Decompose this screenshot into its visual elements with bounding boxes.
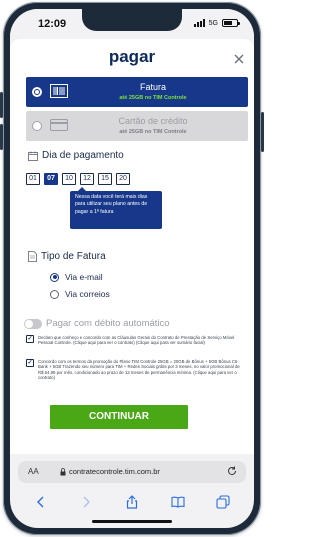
plan-option-credit-card[interactable]: Cartão de crédito até 25GB no TIM Contro… <box>26 111 248 141</box>
reload-icon[interactable] <box>226 465 238 477</box>
radio-selected-icon[interactable] <box>32 87 42 97</box>
agreement-promotion: ✓ Concordo com os termos da promoção do … <box>26 359 240 381</box>
network-label: 5G <box>208 19 218 27</box>
url-display[interactable]: contratecontrole.tim.com.br <box>60 467 160 476</box>
payment-day-heading: Dia de pagamento <box>28 150 124 161</box>
plan-sublabel: até 25GB no TIM Controle <box>119 95 187 101</box>
share-icon[interactable] <box>125 495 139 509</box>
agreement-contract: ✓ Declaro que conheço e concordo com as … <box>26 335 240 346</box>
invoice-type-title: Tipo de Fatura <box>41 251 106 262</box>
plan-label: Fatura <box>139 82 166 92</box>
status-right: 5G <box>193 19 240 27</box>
day-option[interactable]: 15 <box>98 173 112 185</box>
home-indicator <box>92 520 172 523</box>
checkbox-checked[interactable]: ✓ <box>26 359 34 367</box>
address-bar[interactable]: AA contratecontrole.tim.com.br <box>18 461 246 483</box>
lock-icon <box>60 467 66 475</box>
browser-toolbar <box>10 491 254 513</box>
checkbox-checked[interactable]: ✓ <box>26 335 34 343</box>
day-option[interactable]: 12 <box>80 173 94 185</box>
forward-icon[interactable] <box>79 495 93 509</box>
continue-button[interactable]: CONTINUAR <box>50 405 188 429</box>
reader-options-button[interactable]: AA <box>28 467 39 476</box>
radio-unselected-icon[interactable] <box>32 121 42 131</box>
power-button <box>261 112 264 152</box>
credit-card-icon <box>50 119 68 131</box>
close-icon[interactable] <box>232 52 246 66</box>
plan-sublabel: até 25GB no TIM Controle <box>119 129 187 135</box>
signal-icon <box>193 19 205 27</box>
plan-label: Cartão de crédito <box>118 116 188 126</box>
day-picker: 01 07 10 12 15 20 <box>26 173 130 185</box>
notch <box>82 9 182 31</box>
battery-icon <box>222 19 240 27</box>
calendar-icon <box>28 151 38 161</box>
page-title: pagar <box>108 47 156 66</box>
day-option[interactable]: 20 <box>116 173 130 185</box>
day-option-selected[interactable]: 07 <box>44 173 58 185</box>
radio-unselected-icon[interactable] <box>50 289 59 299</box>
autodebit-toggle[interactable] <box>24 319 42 329</box>
invoice-option-label: Via correios <box>65 289 110 299</box>
plan-option-fatura[interactable]: Fatura até 25GB no TIM Controle <box>26 77 248 107</box>
radio-selected-icon[interactable] <box>50 272 59 282</box>
document-icon <box>28 251 37 262</box>
status-time: 12:09 <box>38 18 67 30</box>
autodebit-label: Pagar com débito automático <box>46 318 170 329</box>
agreement-text: Declaro que conheço e concordo com as Cl… <box>38 335 235 346</box>
phone-frame: 12:09 5G pagar Fatura até 25GB no TIM Co… <box>0 2 264 535</box>
invoice-type-heading: Tipo de Fatura <box>28 251 106 262</box>
volume-down-button <box>0 124 3 150</box>
barcode-icon <box>50 84 68 98</box>
volume-up-button <box>0 92 3 118</box>
invoice-option-mail[interactable]: Via correios <box>50 289 110 299</box>
day-option[interactable]: 10 <box>62 173 76 185</box>
back-icon[interactable] <box>34 495 48 509</box>
payment-day-title: Dia de pagamento <box>42 150 124 161</box>
bookmarks-icon[interactable] <box>171 495 185 509</box>
payment-day-tooltip: Nessa data você terá mais dias para util… <box>70 187 162 229</box>
url-text: contratecontrole.tim.com.br <box>69 467 160 476</box>
payment-sheet: pagar Fatura até 25GB no TIM Controle Ca… <box>10 39 254 454</box>
status-bar: 12:09 5G <box>10 9 254 39</box>
tabs-icon[interactable] <box>216 495 230 509</box>
invoice-option-email[interactable]: Via e-mail <box>50 272 103 282</box>
day-option[interactable]: 01 <box>26 173 40 185</box>
agreement-text: Concordo com os termos da promoção do Pl… <box>38 359 240 381</box>
invoice-option-label: Via e-mail <box>65 272 103 282</box>
screen: 12:09 5G pagar Fatura até 25GB no TIM Co… <box>10 9 254 528</box>
